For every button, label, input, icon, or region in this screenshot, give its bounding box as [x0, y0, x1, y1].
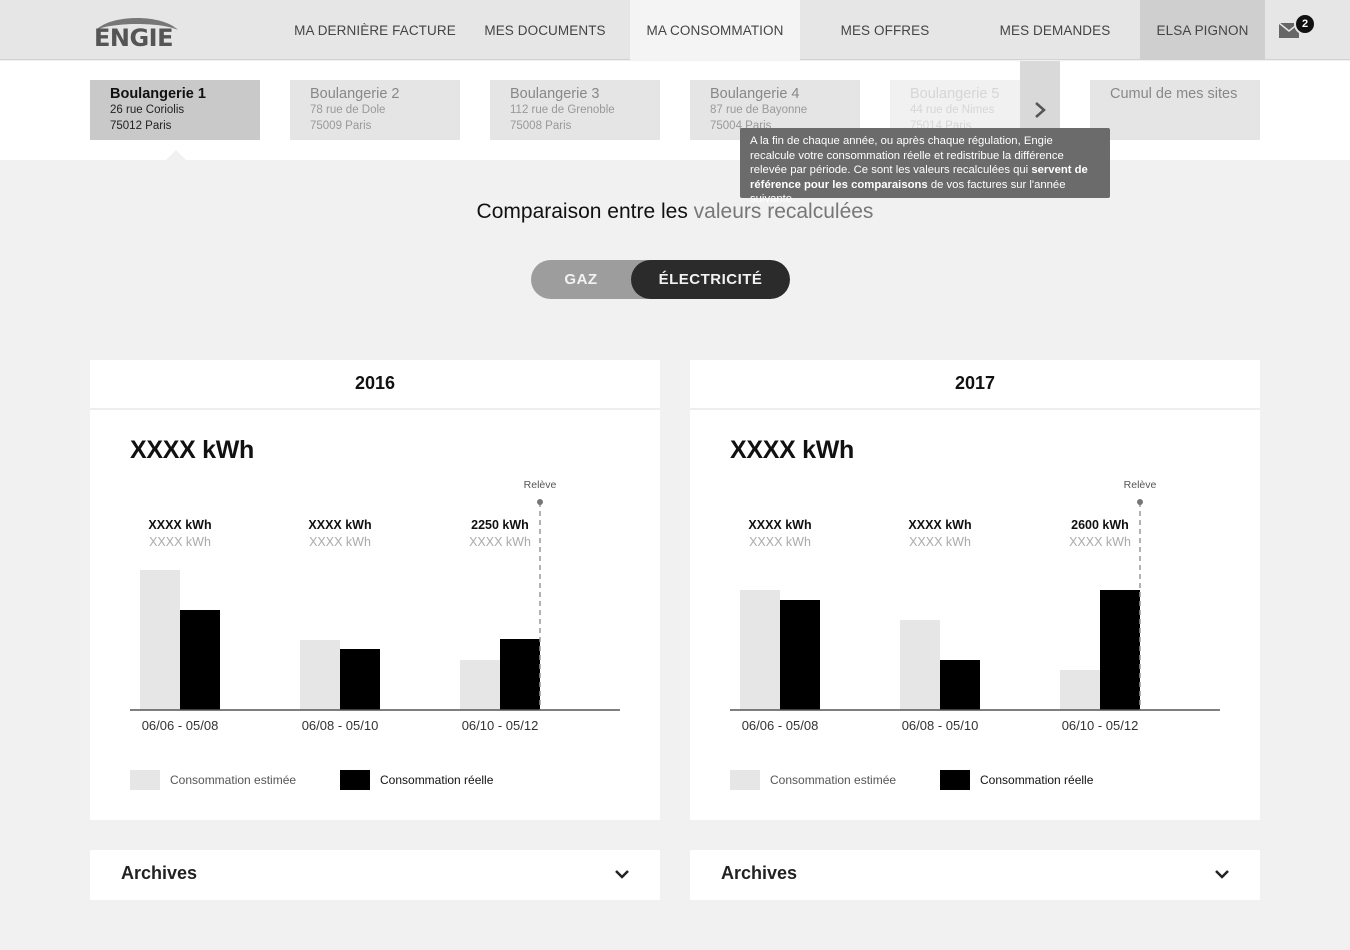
nav-mes-demandes[interactable]: MES DEMANDES: [970, 0, 1140, 60]
bar-real: [1100, 590, 1140, 710]
logo-text: ENGIE: [94, 24, 174, 52]
x-tick-label: 06/08 - 05/10: [302, 718, 379, 733]
bar-estimated: [300, 640, 340, 710]
site-card-boulangerie-1[interactable]: Boulangerie 1 26 rue Coriolis 75012 Pari…: [90, 80, 260, 140]
site-card-boulangerie-3[interactable]: Boulangerie 3 112 rue de Grenoble 75008 …: [490, 80, 660, 140]
x-tick-label: 06/06 - 05/08: [742, 718, 819, 733]
legend-label-estimated: Consommation estimée: [170, 773, 297, 787]
releve-marker-dot: [1137, 499, 1143, 505]
title-highlight-link[interactable]: valeurs recalculées: [694, 200, 874, 223]
active-site-pointer: [166, 150, 186, 160]
card-year-title: 2017: [690, 360, 1260, 410]
bar-label-estimated: XXXX kWh: [149, 535, 211, 549]
chevron-right-icon: [1035, 102, 1046, 118]
nav-mes-documents[interactable]: MES DOCUMENTS: [470, 0, 620, 60]
site-name: Boulangerie 3: [510, 86, 600, 102]
energy-type-toggle: GAZ ÉLECTRICITÉ: [531, 260, 790, 299]
nav-user-account[interactable]: ELSA PIGNON: [1140, 0, 1265, 60]
site-street: 26 rue Coriolis: [110, 104, 185, 116]
nav-derniere-facture[interactable]: MA DERNIÈRE FACTURE: [285, 0, 465, 60]
title-prefix: Comparaison entre les: [476, 200, 688, 223]
site-city: 75008 Paris: [510, 119, 572, 132]
bar-label-estimated: XXXX kWh: [309, 535, 371, 549]
x-tick-label: 06/06 - 05/08: [142, 718, 219, 733]
bar-label-real: XXXX kWh: [148, 518, 211, 532]
releve-marker-dot: [537, 499, 543, 505]
bar-real: [180, 610, 220, 710]
page-title: Comparaison entre les valeurs recalculée…: [0, 200, 1350, 224]
site-name: Boulangerie 1: [110, 86, 206, 102]
tooltip-text-1: A la fin de chaque année, ou après chaqu…: [750, 135, 1064, 176]
bar-label-estimated: XXXX kWh: [749, 535, 811, 549]
legend-swatch-real: [340, 770, 370, 790]
bar-label-real: 2250 kWh: [471, 518, 529, 532]
bar-real: [340, 649, 380, 710]
engie-logo[interactable]: ENGIE: [92, 12, 182, 52]
releve-marker-label: Relève: [524, 479, 557, 491]
year-card-2017: 2017 XXXX kWh XXXX kWh XXXX kWh 06/06 - 05…: [690, 360, 1260, 820]
nav-mes-offres[interactable]: MES OFFRES: [800, 0, 970, 60]
x-tick-label: 06/10 - 05/12: [462, 718, 539, 733]
bar-estimated: [900, 620, 940, 710]
bar-label-estimated: XXXX kWh: [909, 535, 971, 549]
site-street: 87 rue de Bayonne: [710, 104, 808, 116]
site-city: 75009 Paris: [310, 119, 372, 132]
site-street: 112 rue de Grenoble: [510, 104, 615, 116]
consumption-chart-2016: XXXX kWh XXXX kWh 06/06 - 05/08 XXXX kWh XXX…: [130, 479, 620, 733]
archives-toggle-2016[interactable]: Archives: [90, 850, 660, 900]
site-name: Boulangerie 2: [310, 86, 400, 102]
site-name: Boulangerie 4: [710, 86, 800, 102]
bar-label-real: XXXX kWh: [748, 518, 811, 532]
toggle-electricite[interactable]: ÉLECTRICITÉ: [631, 260, 790, 299]
nav-ma-consommation[interactable]: MA CONSOMMATION: [630, 0, 800, 60]
archives-label: Archives: [721, 863, 798, 883]
chevron-down-icon: [615, 870, 629, 879]
mail-count-badge: 2: [1294, 13, 1316, 35]
card-year-title: 2016: [90, 360, 660, 410]
consumption-chart-2017: XXXX kWh XXXX kWh 06/06 - 05/08 XXXX kWh XXX…: [730, 479, 1220, 733]
archives-label: Archives: [121, 863, 198, 883]
card-total-kwh: XXXX kWh: [730, 436, 855, 464]
bar-real: [780, 600, 820, 710]
bar-estimated: [1060, 670, 1100, 710]
bar-label-real: 2600 kWh: [1071, 518, 1129, 532]
bar-real: [500, 639, 540, 710]
recalculation-tooltip: A la fin de chaque année, ou après chaqu…: [740, 128, 1110, 205]
legend-swatch-estimated: [130, 770, 160, 790]
cumul-sites-button[interactable]: Cumul de mes sites: [1090, 80, 1260, 140]
legend-label-real: Consommation réelle: [980, 773, 1094, 787]
legend-swatch-estimated: [730, 770, 760, 790]
legend-label-real: Consommation réelle: [380, 773, 494, 787]
bar-estimated: [140, 570, 180, 710]
top-navigation: ENGIE MA DERNIÈRE FACTURE MES DOCUMENTS …: [0, 0, 1350, 60]
chevron-down-icon: [1215, 870, 1229, 879]
x-tick-label: 06/10 - 05/12: [1062, 718, 1139, 733]
site-street: 78 rue de Dole: [310, 104, 386, 116]
archives-toggle-2017[interactable]: Archives: [690, 850, 1260, 900]
bar-label-estimated: XXXX kWh: [1069, 535, 1131, 549]
x-tick-label: 06/08 - 05/10: [902, 718, 979, 733]
year-card-2016: 2016 XXXX kWh XXXX kWh XXXX kWh 06/06 - 05…: [90, 360, 660, 820]
legend-label-estimated: Consommation estimée: [770, 773, 897, 787]
bar-estimated: [460, 660, 500, 710]
toggle-gaz[interactable]: GAZ: [531, 260, 631, 299]
bar-estimated: [740, 590, 780, 710]
releve-marker-label: Relève: [1124, 479, 1157, 491]
bar-label-real: XXXX kWh: [908, 518, 971, 532]
site-card-boulangerie-2[interactable]: Boulangerie 2 78 rue de Dole 75009 Paris: [290, 80, 460, 140]
site-selector: Boulangerie 1 26 rue Coriolis 75012 Pari…: [0, 61, 1350, 160]
site-city: 75012 Paris: [110, 119, 172, 132]
bar-label-real: XXXX kWh: [308, 518, 371, 532]
card-total-kwh: XXXX kWh: [130, 436, 255, 464]
bar-real: [940, 660, 980, 710]
bar-label-estimated: XXXX kWh: [469, 535, 531, 549]
legend-swatch-real: [940, 770, 970, 790]
